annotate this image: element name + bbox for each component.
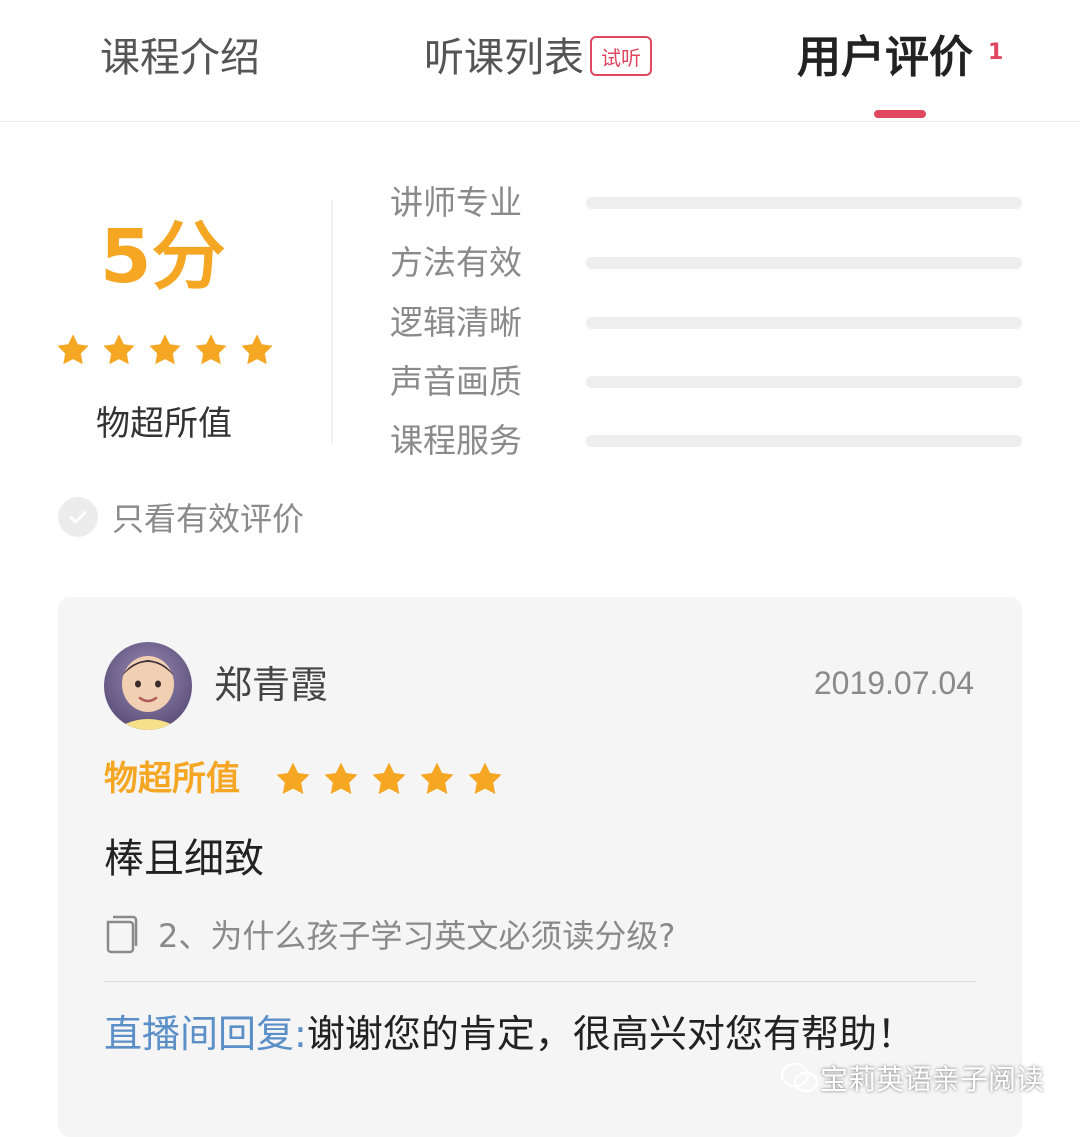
lesson-title: 2、为什么孩子学习英文必须读分级? xyxy=(158,917,676,955)
review-stars xyxy=(274,760,504,798)
overall-rating-label: 物超所值 xyxy=(96,404,232,444)
summary-divider xyxy=(331,200,333,443)
rating-bar xyxy=(586,376,1022,388)
rating-row: 讲师专业 xyxy=(390,178,1030,228)
rating-row: 声音画质 xyxy=(390,357,1030,407)
filter-label: 只看有效评价 xyxy=(112,500,305,538)
reviewer-name: 郑青霞 xyxy=(214,663,329,707)
reply-prefix[interactable]: 直播间回复: xyxy=(104,1012,307,1056)
star-icon xyxy=(241,334,273,365)
active-tab-indicator xyxy=(874,110,926,118)
trial-badge: 试听 xyxy=(590,36,652,76)
host-reply: 直播间回复:谢谢您的肯定，很高兴对您有帮助！ xyxy=(104,1007,976,1061)
star-icon xyxy=(276,762,310,795)
watermark: 宝莉英语亲子阅读 xyxy=(780,1058,1044,1098)
star-icon xyxy=(372,762,406,795)
rating-bar xyxy=(586,317,1022,329)
overall-score: 5分 xyxy=(100,214,226,300)
rating-label: 声音画质 xyxy=(390,362,522,401)
rating-label: 方法有效 xyxy=(390,243,522,282)
reply-divider xyxy=(104,981,976,982)
review-tag: 物超所值 xyxy=(104,759,240,799)
rating-bar xyxy=(586,197,1022,209)
overall-stars xyxy=(55,332,275,368)
avatar[interactable] xyxy=(104,642,192,730)
watermark-text: 宝莉英语亲子阅读 xyxy=(819,1063,1044,1096)
review-card: 郑青霞 2019.07.04 物超所值 棒且细致 2、为什么孩子学习英文必须读分… xyxy=(58,597,1022,1137)
rating-row: 逻辑清晰 xyxy=(390,298,1030,348)
review-date: 2019.07.04 xyxy=(813,665,974,701)
review-text: 棒且细致 xyxy=(104,836,264,882)
rating-label: 逻辑清晰 xyxy=(390,303,522,342)
star-icon xyxy=(324,762,358,795)
rating-label: 讲师专业 xyxy=(390,183,522,222)
wechat-icon xyxy=(780,1062,819,1093)
rating-row: 方法有效 xyxy=(390,238,1030,288)
star-icon xyxy=(57,334,89,365)
tab-course-intro[interactable]: 课程介绍 xyxy=(100,30,260,86)
reply-text: 谢谢您的肯定，很高兴对您有帮助！ xyxy=(306,1012,915,1056)
star-icon xyxy=(468,762,502,795)
rating-bar xyxy=(586,257,1022,269)
star-icon xyxy=(195,334,227,365)
star-icon xyxy=(149,334,181,365)
star-icon xyxy=(103,334,135,365)
lesson-link[interactable]: 2、为什么孩子学习英文必须读分级? xyxy=(104,911,675,957)
valid-reviews-filter[interactable]: 只看有效评价 xyxy=(58,494,304,540)
rating-label: 课程服务 xyxy=(390,421,522,460)
tab-lesson-list[interactable]: 听课列表 xyxy=(424,30,584,86)
tab-bar: 课程介绍 听课列表 试听 用户评价 1 xyxy=(0,0,1080,122)
tab-user-reviews[interactable]: 用户评价 xyxy=(797,30,973,86)
star-icon xyxy=(420,762,454,795)
check-circle-icon[interactable] xyxy=(58,497,98,537)
rating-bar xyxy=(586,435,1022,447)
review-count-badge: 1 xyxy=(988,40,1004,65)
document-icon xyxy=(106,915,138,954)
rating-row: 课程服务 xyxy=(390,416,1030,466)
